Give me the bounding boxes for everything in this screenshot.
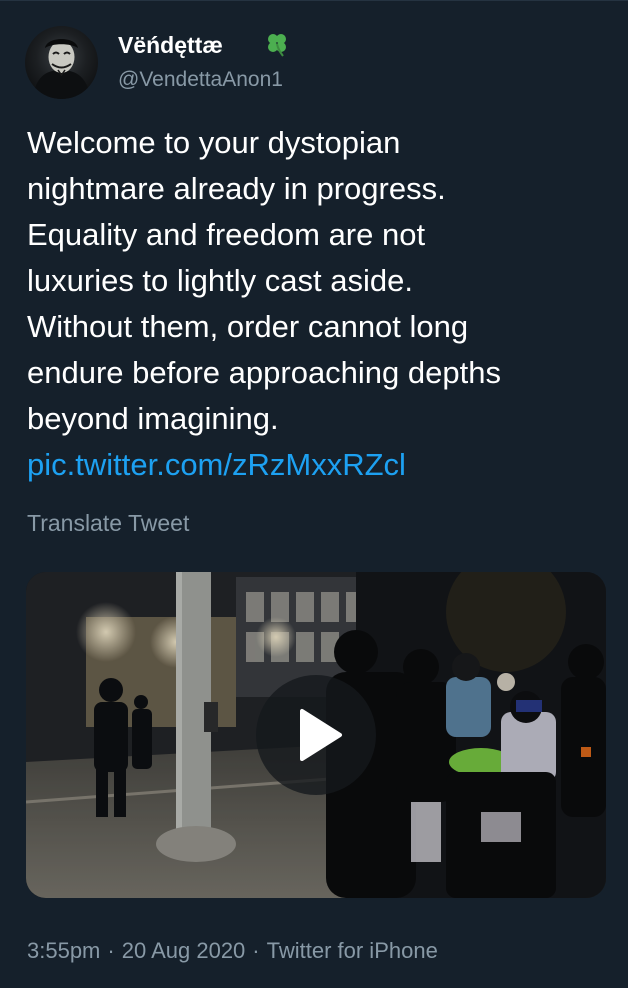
play-button[interactable] (256, 675, 376, 795)
tweet-source-link[interactable]: Twitter for iPhone (267, 938, 438, 963)
tweet-text-line: endure before approaching depths (27, 355, 501, 390)
translate-tweet-link[interactable]: Translate Tweet (27, 508, 189, 538)
avatar[interactable] (25, 26, 98, 99)
user-handle[interactable]: @VendettaAnon1 (118, 67, 283, 93)
top-divider (0, 0, 628, 1)
tweet-date[interactable]: 20 Aug 2020 (122, 938, 246, 963)
masked-figure-avatar-image (33, 39, 90, 99)
meta-separator: · (252, 938, 260, 963)
media-link[interactable]: pic.twitter.com/zRzMxxRZcl (27, 442, 406, 488)
tweet-text-line: Equality and freedom are not (27, 217, 426, 252)
tweet-time[interactable]: 3:55pm (27, 938, 100, 963)
four-leaf-clover-icon (263, 30, 291, 58)
tweet-text: Welcome to your dystopian nightmare alre… (27, 120, 617, 442)
video-player[interactable] (26, 572, 606, 898)
meta-separator: · (107, 938, 115, 963)
tweet-text-line: nightmare already in progress. (27, 171, 446, 206)
tweet-metadata: 3:55pm · 20 Aug 2020 · Twitter for iPhone (27, 936, 438, 966)
tweet-text-line: Without them, order cannot long (27, 309, 469, 344)
tweet-text-line: beyond imagining. (27, 401, 279, 436)
tweet-text-line: Welcome to your dystopian (27, 125, 401, 160)
display-name[interactable]: Vëńdęttæ (118, 31, 223, 59)
tweet-text-line: luxuries to lightly cast aside. (27, 263, 413, 298)
play-icon (300, 709, 342, 761)
